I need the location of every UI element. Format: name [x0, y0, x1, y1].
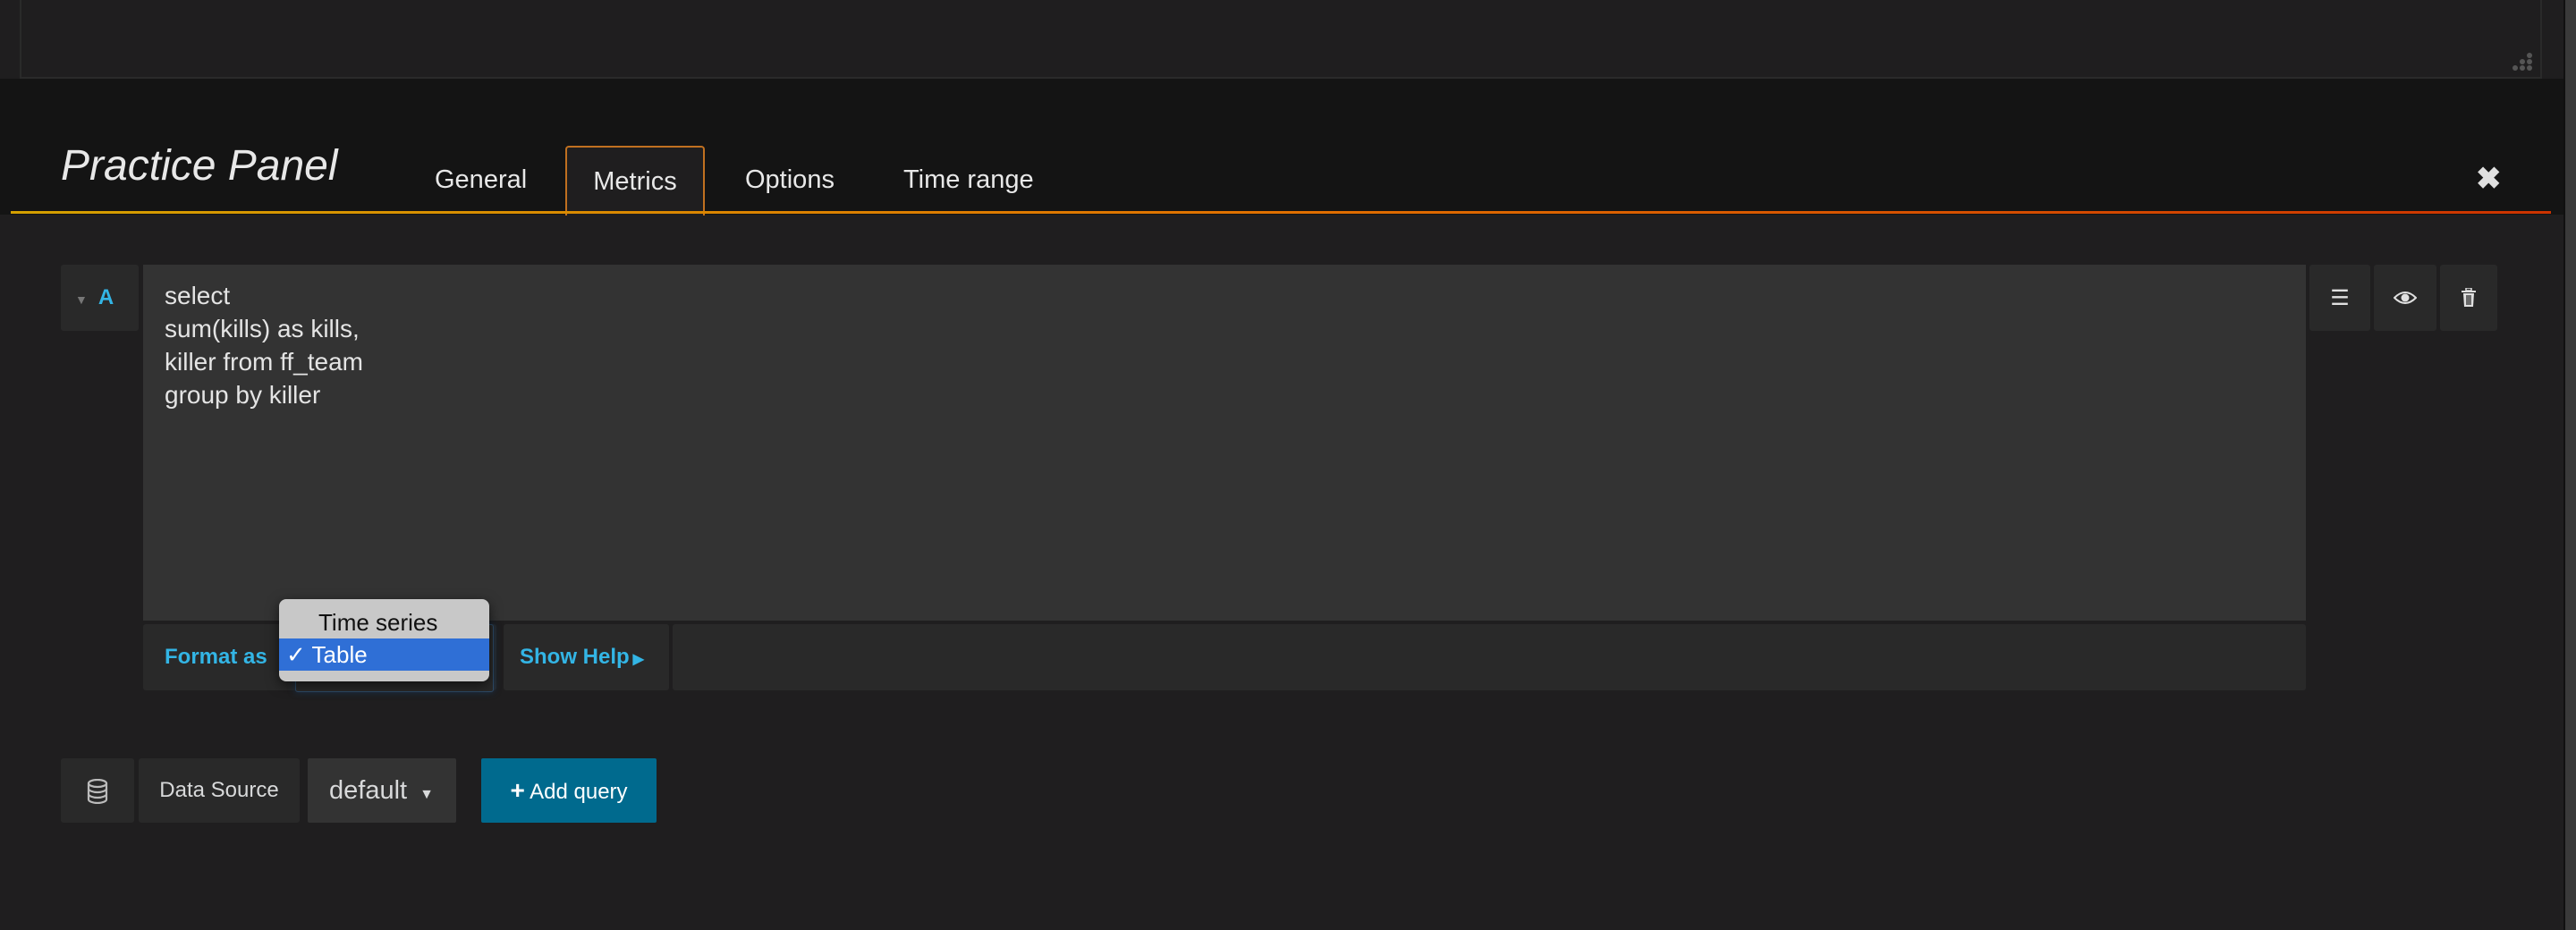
add-query-button[interactable]: + Add query [481, 758, 657, 823]
trash-icon [2462, 288, 2476, 307]
tab-time-range[interactable]: Time range [877, 146, 1061, 214]
query-menu-button[interactable]: ☰ [2309, 265, 2370, 331]
query-ref-toggle[interactable]: ▼ A [61, 265, 139, 331]
option-table[interactable]: ✓ Table [279, 638, 489, 671]
panel-title: Practice Panel [61, 142, 338, 190]
delete-query-button[interactable] [2440, 265, 2497, 331]
tab-options[interactable]: Options [718, 146, 861, 214]
caret-down-icon: ▼ [75, 292, 88, 307]
check-icon: ✓ [286, 641, 312, 668]
datasource-icon-box [61, 758, 134, 823]
panel-preview [20, 0, 2542, 79]
bottom-bar-filler [673, 624, 2306, 690]
format-dropdown-menu: Time series ✓ Table [279, 599, 489, 681]
panel-editor-header [0, 79, 2563, 215]
tab-metrics[interactable]: Metrics [565, 146, 705, 216]
eye-icon [2394, 292, 2417, 304]
datasource-select[interactable]: default ▼ [308, 758, 456, 823]
scrollbar[interactable] [2563, 0, 2576, 930]
sql-editor[interactable]: select sum(kills) as kills, killer from … [143, 265, 2306, 621]
toggle-visibility-button[interactable] [2374, 265, 2436, 331]
show-help-button[interactable]: Show Help ▶ [504, 624, 669, 690]
option-time-series[interactable]: Time series [279, 606, 489, 638]
resize-handle-icon[interactable] [2512, 52, 2533, 72]
format-as-label: Format as [165, 645, 267, 669]
plus-icon: + [510, 776, 525, 804]
caret-down-icon: ▼ [419, 787, 434, 802]
menu-icon: ☰ [2330, 285, 2350, 310]
database-icon [87, 778, 108, 804]
datasource-label: Data Source [139, 758, 300, 823]
close-icon[interactable]: ✖ [2476, 161, 2502, 197]
query-ref-id: A [97, 285, 114, 309]
caret-right-icon: ▶ [632, 652, 644, 667]
tab-general[interactable]: General [408, 146, 554, 214]
tab-underline [11, 211, 2551, 214]
